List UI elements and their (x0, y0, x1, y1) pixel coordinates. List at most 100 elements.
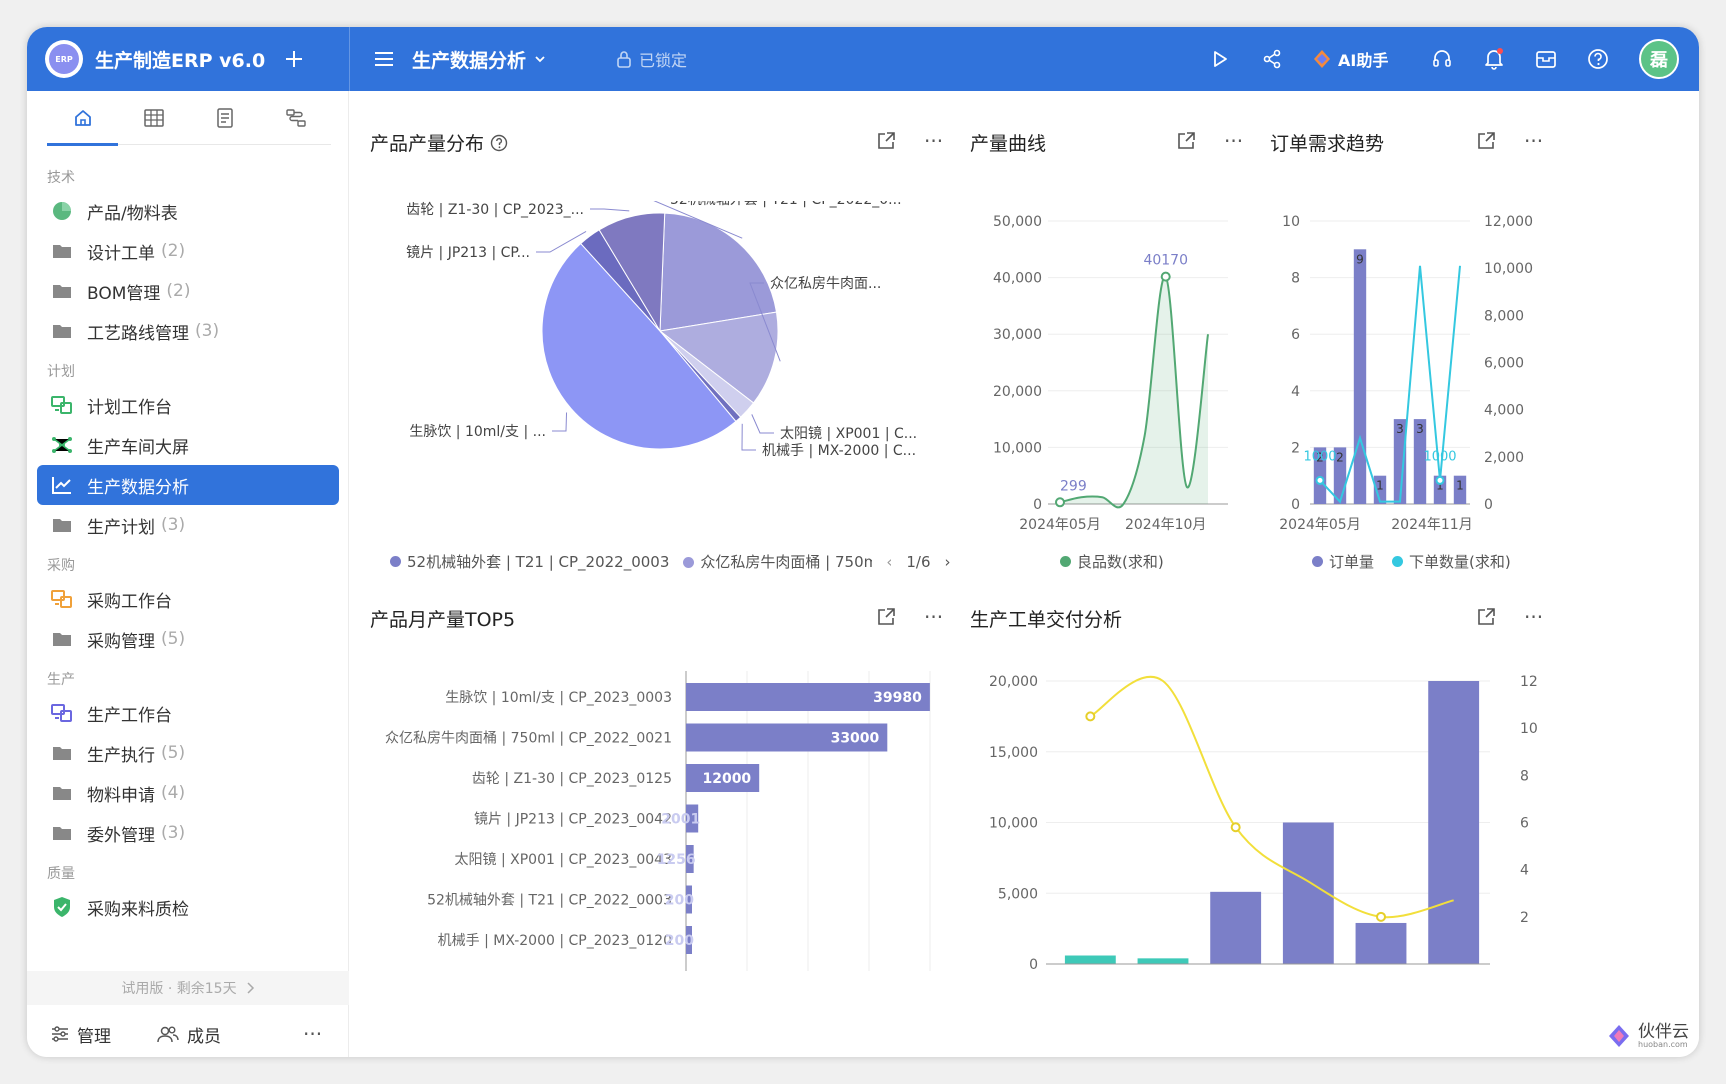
legend-item[interactable]: 52机械轴外套 | T21 | CP_2022_0003 (390, 551, 669, 572)
ai-assistant-button[interactable]: AI助手 (1312, 27, 1388, 91)
pie-leader-line (741, 423, 756, 451)
more-icon[interactable]: ··· (1224, 131, 1243, 151)
user-avatar[interactable]: 磊 (1639, 27, 1679, 91)
x-tick-label: 2024年05月 (1019, 517, 1100, 533)
sidebar-item-production-plan[interactable]: 生产计划 (3) (37, 505, 339, 545)
y-tick-label-right: 10,000 (1484, 261, 1533, 277)
bar-line-chart: 10 8 6 4 2 0 12,000 10,000 8,000 6,000 4,000 2,000 0… (1279, 214, 1533, 533)
data-point (1435, 475, 1445, 485)
data-point (1230, 822, 1241, 833)
sidebar-item-outsourcing[interactable]: 委外管理 (3) (37, 813, 339, 853)
curve-legend[interactable]: 良品数(求和) (1060, 551, 1164, 572)
sidebar-item-design-orders[interactable]: 设计工单 (2) (37, 231, 339, 271)
manage-button[interactable]: 管理 (51, 1022, 111, 1047)
sidebar-item-production-execute[interactable]: 生产执行 (5) (37, 733, 339, 773)
more-icon[interactable]: ··· (924, 607, 943, 627)
sidebar-item-routing[interactable]: 工艺路线管理 (3) (37, 311, 339, 351)
headset-icon[interactable] (1427, 27, 1457, 91)
pie-label: 镜片 | JP213 | CP... (406, 245, 530, 261)
folder-icon (51, 782, 73, 804)
data-label: 40170 (1143, 253, 1188, 269)
sidebar-footer: 管理 成员 ··· (27, 1011, 349, 1057)
network-icon (51, 434, 73, 456)
bar-label: 12000 (702, 771, 751, 787)
external-link-icon[interactable] (1476, 131, 1496, 151)
pie-legend: 52机械轴外套 | T21 | CP_2022_0003 众亿私房牛肉面桶 | … (390, 551, 951, 572)
page-title-dropdown[interactable]: 生产数据分析 (412, 27, 546, 91)
bell-icon[interactable] (1479, 27, 1509, 91)
more-icon[interactable]: ··· (303, 1022, 322, 1046)
more-icon[interactable]: ··· (924, 131, 943, 151)
pie-label: 52机械轴外套 | T21 | CP_2022_0... (670, 201, 902, 208)
external-link-icon[interactable] (876, 131, 896, 151)
group-label-production: 生产 (47, 672, 75, 688)
folder-icon (51, 280, 73, 302)
x-tick-label: 2024年05月 (1279, 517, 1360, 533)
sidebar-item-purchase-manage[interactable]: 采购管理 (5) (37, 619, 339, 659)
card-actions-pie: ··· (876, 131, 943, 151)
data-point (1085, 711, 1096, 722)
card-actions-delivery: ··· (1476, 607, 1543, 627)
card-title-delivery: 生产工单交付分析 (970, 609, 1123, 631)
line-chart-icon (51, 474, 73, 496)
external-link-icon[interactable] (1476, 607, 1496, 627)
trial-banner[interactable]: 试用版 · 剩余15天 (27, 971, 349, 1005)
legend-item[interactable]: 众亿私房牛肉面桶 | 750ml (683, 551, 872, 572)
sidebar-item-workshop-screen[interactable]: 生产车间大屏 (37, 425, 339, 465)
help-icon[interactable] (1583, 27, 1613, 91)
folder-icon (51, 822, 73, 844)
area-chart: 50,000 40,000 30,000 20,000 10,000 0 299 40170 2… (993, 214, 1228, 533)
y-tick-label: 20,000 (989, 674, 1038, 690)
y-tick-label-right: 0 (1484, 497, 1493, 513)
y-tick-label-right: 4 (1520, 863, 1529, 879)
sidebar-item-material-request[interactable]: 物料申请 (4) (37, 773, 339, 813)
tab-table[interactable] (118, 91, 189, 145)
y-tick-label: 4 (1291, 384, 1300, 400)
share-icon[interactable] (1257, 27, 1287, 91)
sidebar-item-plan-workbench[interactable]: 计划工作台 (37, 385, 339, 425)
tab-workflow[interactable] (260, 91, 331, 145)
sidebar-item-bom[interactable]: BOM管理 (2) (37, 271, 339, 311)
tab-document[interactable] (189, 91, 260, 145)
sidebar-item-products[interactable]: 产品/物料表 (37, 191, 339, 231)
brand[interactable]: ERP 生产制造ERP v6.0 (45, 27, 265, 91)
play-icon[interactable] (1205, 27, 1235, 91)
menu-icon[interactable] (371, 27, 397, 91)
bar (1210, 891, 1262, 964)
inbox-icon[interactable] (1531, 27, 1561, 91)
chevron-left-icon[interactable]: ‹ (886, 553, 892, 571)
sidebar-item-incoming-inspection[interactable]: 采购来料质检 (37, 887, 339, 927)
card-actions-curve: ··· (1176, 131, 1243, 151)
workbench-icon (51, 588, 73, 610)
shield-check-icon (51, 896, 73, 918)
card-title-top5: 产品月产量TOP5 (370, 609, 516, 631)
series-line (1059, 275, 1209, 509)
external-link-icon[interactable] (876, 607, 896, 627)
y-tick-label-right: 2,000 (1484, 450, 1524, 466)
bar-label: 200 (665, 933, 694, 949)
orders-legend: 订单量 下单数量(求和) (1312, 551, 1511, 572)
bar-label: 3 (1416, 422, 1424, 436)
area-fill (1060, 276, 1208, 508)
chevron-right-icon (247, 982, 254, 994)
sidebar-item-production-workbench[interactable]: 生产工作台 (37, 693, 339, 733)
legend-item[interactable]: 下单数量(求和) (1392, 551, 1511, 572)
bar-label: 9 (1356, 252, 1364, 266)
more-icon[interactable]: ··· (1524, 131, 1543, 151)
sidebar-item-production-analysis[interactable]: 生产数据分析 (37, 465, 339, 505)
bar-label: 33000 (831, 731, 880, 747)
huoban-logo-icon (1609, 1025, 1629, 1047)
members-button[interactable]: 成员 (157, 1022, 221, 1047)
sidebar-item-purchase-workbench[interactable]: 采购工作台 (37, 579, 339, 619)
y-tick-label-right: 2 (1520, 910, 1529, 926)
help-circle-icon[interactable] (490, 134, 508, 152)
bar (1355, 922, 1407, 964)
external-link-icon[interactable] (1176, 131, 1196, 151)
chevron-right-icon[interactable]: › (945, 553, 951, 571)
tab-home[interactable] (47, 91, 118, 146)
more-icon[interactable]: ··· (1524, 607, 1543, 627)
legend-item[interactable]: 订单量 (1312, 551, 1374, 572)
group-label-plan: 计划 (47, 364, 75, 380)
lock-status[interactable]: 已锁定 (617, 27, 687, 91)
add-icon[interactable] (279, 27, 309, 91)
